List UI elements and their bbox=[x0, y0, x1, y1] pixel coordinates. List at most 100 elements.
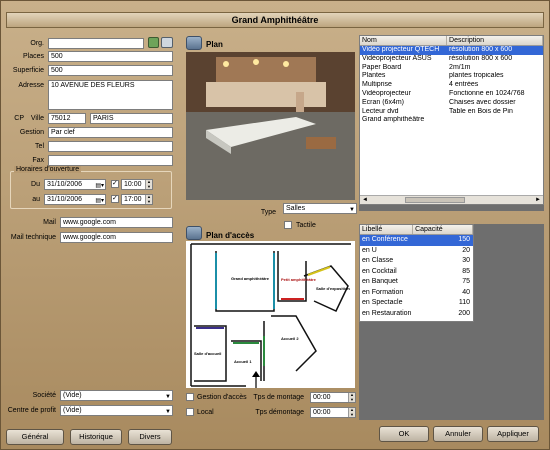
table-row[interactable]: Grand amphithéâtre bbox=[360, 116, 543, 125]
map-label: Accueil 1 bbox=[234, 359, 252, 364]
map-label: Salle d'exposition bbox=[316, 286, 350, 291]
tactile-label: Tactile bbox=[296, 222, 316, 229]
plan-photo bbox=[186, 52, 355, 200]
map-label: Petit amphithéâtre bbox=[281, 277, 316, 282]
chevron-down-icon[interactable]: ▼ bbox=[349, 206, 355, 215]
gestion-acces-checkbox[interactable] bbox=[186, 393, 194, 401]
local-checkbox[interactable] bbox=[186, 408, 194, 416]
montage-field[interactable]: 00:00 ▲ ▼ bbox=[310, 392, 356, 403]
tab-historique-button[interactable]: Historique bbox=[70, 429, 122, 445]
calendar-dropdown-icon[interactable]: ▤▾ bbox=[95, 197, 104, 206]
gestion-field[interactable]: Par clef bbox=[48, 127, 173, 138]
mail-tech-field[interactable]: www.google.com bbox=[60, 232, 173, 243]
org-browse-icon[interactable] bbox=[161, 37, 173, 48]
superficie-label: Superficie bbox=[12, 67, 44, 74]
mail-field[interactable]: www.google.com bbox=[60, 217, 173, 228]
au-date-picker[interactable]: 31/10/2006 ▤▾ bbox=[44, 194, 106, 205]
demontage-field[interactable]: 00:00 ▲ ▼ bbox=[310, 407, 356, 418]
capacity-header: Libellé Capacité bbox=[360, 225, 473, 235]
table-row[interactable]: Vidéoprojecteur ASUS résolution 800 x 600 bbox=[360, 55, 543, 64]
au-time-checkbox[interactable] bbox=[111, 194, 119, 203]
spinner-icon[interactable]: ▲ ▼ bbox=[348, 392, 355, 402]
table-row[interactable]: en Banquet 75 bbox=[360, 277, 473, 288]
column-header-nom[interactable]: Nom bbox=[360, 36, 448, 45]
plan-icon bbox=[186, 36, 202, 50]
local-label: Local bbox=[197, 409, 214, 416]
org-field[interactable] bbox=[48, 38, 144, 49]
fax-field[interactable] bbox=[48, 155, 173, 166]
adresse-field[interactable]: 10 AVENUE DES FLEURS bbox=[48, 80, 173, 110]
equipment-header: Nom Description bbox=[360, 36, 543, 46]
table-row[interactable]: Vidéoprojecteur Fonctionne en 1024/768 bbox=[360, 90, 543, 99]
column-header-libelle[interactable]: Libellé bbox=[360, 225, 414, 234]
chevron-down-icon[interactable]: ▼ bbox=[165, 393, 171, 402]
mail-label: Mail bbox=[43, 219, 56, 226]
org-label: Org. bbox=[30, 40, 44, 47]
table-row[interactable]: Plantes plantes tropicales bbox=[360, 72, 543, 81]
map-label: Accueil 2 bbox=[281, 336, 299, 341]
apply-button[interactable]: Appliquer bbox=[487, 426, 539, 442]
table-row[interactable]: en U 20 bbox=[360, 246, 473, 257]
table-row[interactable]: en Cocktail 85 bbox=[360, 267, 473, 278]
horizontal-scrollbar[interactable]: ◄ ► bbox=[360, 195, 543, 204]
cp-label: CP bbox=[14, 115, 24, 122]
table-row[interactable]: Multiprise 4 entrées bbox=[360, 81, 543, 90]
column-header-description[interactable]: Description bbox=[447, 36, 543, 45]
map-label: Grand amphithéâtre bbox=[231, 276, 270, 281]
tel-label: Tel bbox=[35, 143, 44, 150]
tab-general-button[interactable]: Général bbox=[6, 429, 64, 445]
map-label: Salle d'accueil bbox=[194, 351, 222, 356]
societe-select[interactable]: (Vide) ▼ bbox=[60, 390, 173, 401]
du-time-field[interactable]: 10:00 ▲ ▼ bbox=[121, 179, 153, 190]
cp-field[interactable]: 75012 bbox=[48, 113, 86, 124]
demontage-label: Tps démontage bbox=[255, 409, 304, 416]
centre-select[interactable]: (Vide) ▼ bbox=[60, 405, 173, 416]
spinner-icon[interactable]: ▲ ▼ bbox=[145, 194, 152, 204]
access-map: Grand amphithéâtre Petit amphithéâtre Sa… bbox=[186, 241, 355, 389]
table-row[interactable]: Ecran (6x4m) Chaises avec dossier bbox=[360, 99, 543, 108]
du-date-picker[interactable]: 31/10/2006 ▤▾ bbox=[44, 179, 106, 190]
places-field[interactable]: 500 bbox=[48, 51, 173, 62]
adresse-label: Adresse bbox=[18, 82, 44, 89]
scroll-right-icon[interactable]: ► bbox=[535, 197, 541, 203]
tel-field[interactable] bbox=[48, 141, 173, 152]
superficie-field[interactable]: 500 bbox=[48, 65, 173, 76]
horaires-title: Horaires d'ouverture bbox=[14, 166, 82, 173]
plan-acces-title: Plan d'accès bbox=[206, 231, 255, 240]
cancel-button[interactable]: Annuler bbox=[433, 426, 483, 442]
montage-label: Tps de montage bbox=[253, 394, 304, 401]
table-row[interactable]: Paper Board 2m/1m bbox=[360, 64, 543, 73]
scroll-thumb[interactable] bbox=[405, 197, 465, 203]
scroll-left-icon[interactable]: ◄ bbox=[362, 197, 368, 203]
equipment-grid[interactable]: Nom Description Vidéo projecteur QTECH ré… bbox=[359, 35, 544, 205]
societe-label: Société bbox=[32, 392, 56, 399]
table-row[interactable]: en Conférence 150 bbox=[360, 235, 473, 246]
table-row[interactable]: en Restauration 200 bbox=[360, 309, 473, 320]
table-row[interactable]: en Spectacle 110 bbox=[360, 298, 473, 309]
org-add-icon[interactable] bbox=[148, 37, 159, 48]
centre-label: Centre de profit bbox=[7, 407, 56, 414]
places-label: Places bbox=[22, 53, 44, 60]
capacity-grid[interactable]: Libellé Capacité en Conférence 150 en U 20… bbox=[359, 224, 474, 322]
tactile-checkbox[interactable] bbox=[284, 221, 292, 229]
column-header-capacite[interactable]: Capacité bbox=[413, 225, 473, 234]
type-select[interactable]: Salles ▼ bbox=[283, 203, 357, 214]
window-title: Grand Amphithéâtre bbox=[6, 12, 544, 28]
fax-label: Fax bbox=[32, 157, 44, 164]
table-row[interactable]: Vidéo projecteur QTECH résolution 800 x 6… bbox=[360, 46, 543, 55]
calendar-dropdown-icon[interactable]: ▤▾ bbox=[95, 182, 104, 191]
tab-divers-button[interactable]: Divers bbox=[128, 429, 172, 445]
plan-acces-icon bbox=[186, 226, 202, 240]
spinner-icon[interactable]: ▲ ▼ bbox=[145, 179, 152, 189]
ville-field[interactable]: PARIS bbox=[90, 113, 173, 124]
table-row[interactable]: Lecteur dvd Table en Bois de Pin bbox=[360, 108, 543, 117]
au-time-field[interactable]: 17:00 ▲ ▼ bbox=[121, 194, 153, 205]
mail-tech-label: Mail technique bbox=[10, 234, 56, 241]
spinner-icon[interactable]: ▲ ▼ bbox=[348, 407, 355, 417]
du-time-checkbox[interactable] bbox=[111, 179, 119, 188]
ok-button[interactable]: OK bbox=[379, 426, 429, 442]
table-row[interactable]: en Classe 30 bbox=[360, 256, 473, 267]
table-row[interactable]: en Formation 40 bbox=[360, 288, 473, 299]
type-label: Type bbox=[260, 209, 276, 216]
chevron-down-icon[interactable]: ▼ bbox=[165, 408, 171, 417]
